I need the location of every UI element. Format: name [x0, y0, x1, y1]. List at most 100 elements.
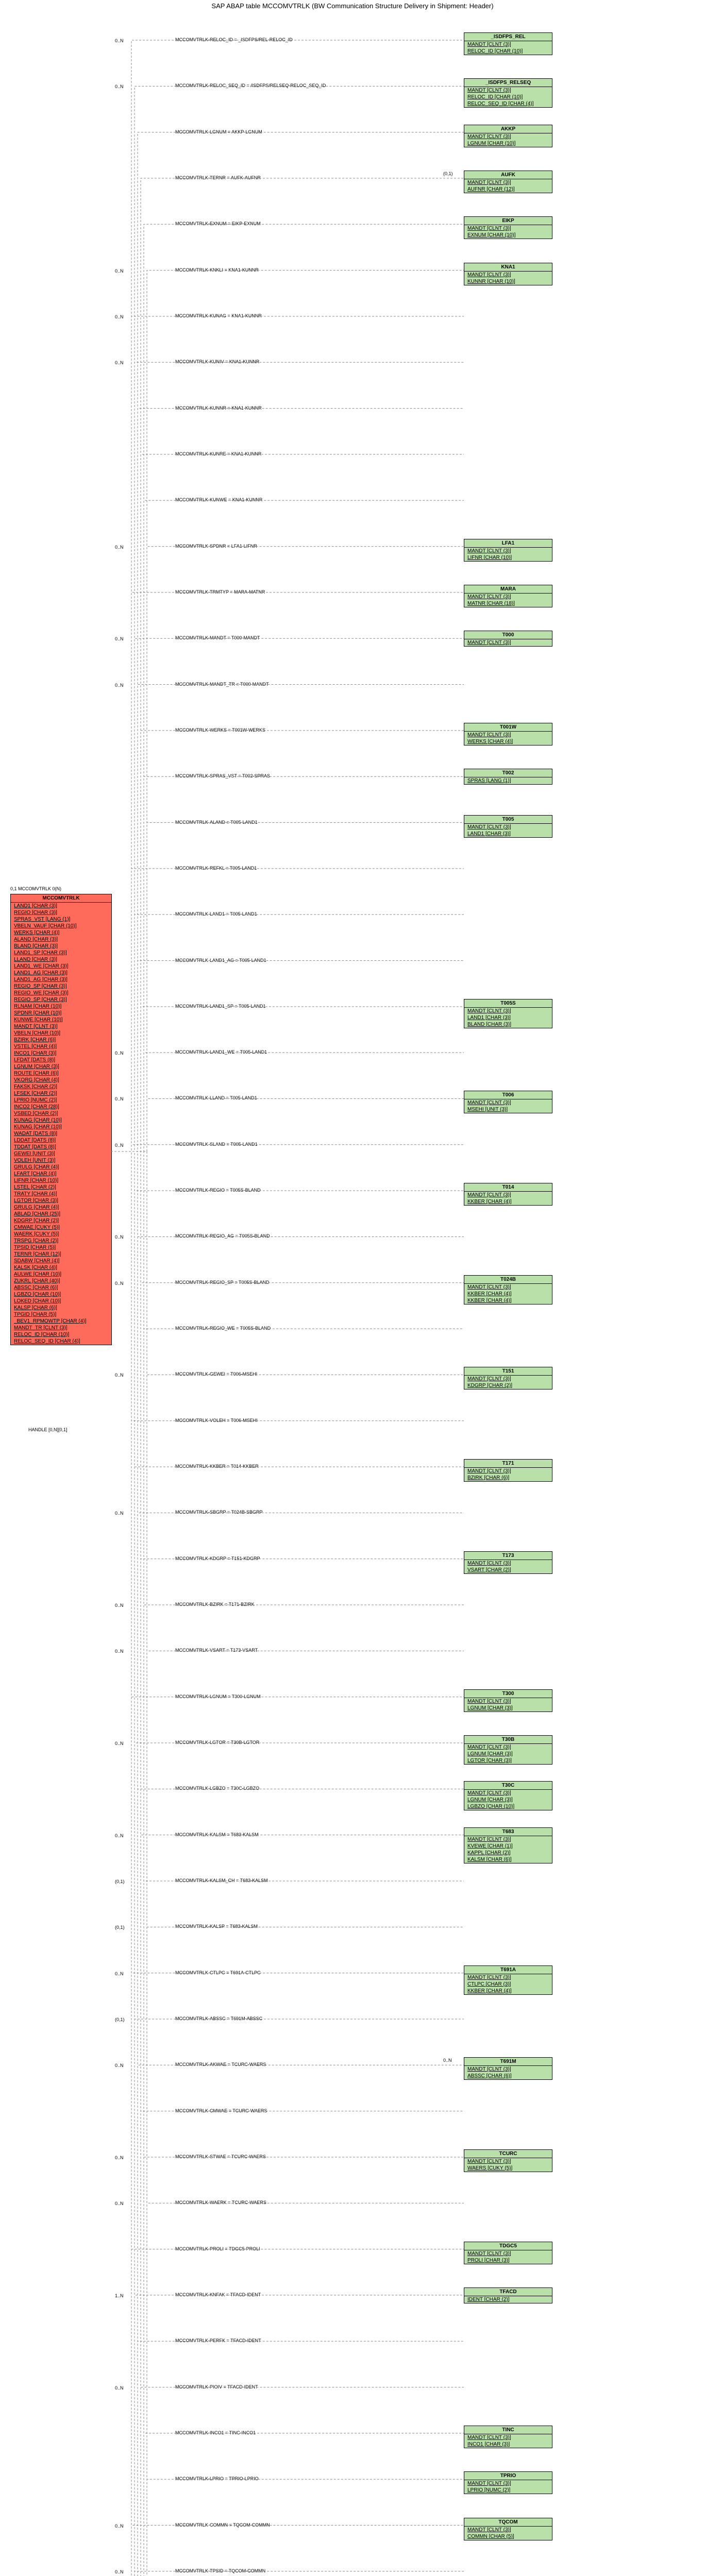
- target-attr: MANDT [CLNT (3)]: [464, 41, 552, 48]
- target-entity: T002SPRAS [LANG (1)]: [464, 769, 552, 785]
- target-attr: LGTOR [CHAR (3)]: [464, 1757, 552, 1764]
- relation-line: [111, 270, 464, 1151]
- main-attr: VSTEL [CHAR (4)]: [11, 1043, 111, 1050]
- relation-line: [111, 1151, 464, 2576]
- relation-label: MCCOMVTRLK-TRMTYP = MARA-MATNR: [175, 589, 265, 595]
- main-attr: RLNAM [CHAR (10)]: [11, 1003, 111, 1010]
- relation-line: [111, 316, 464, 1151]
- target-attr: KKBER [CHAR (4)]: [464, 1988, 552, 1994]
- main-attr: CMWAE [CUKY (5)]: [11, 1224, 111, 1231]
- main-attr: LOKED [CHAR (10)]: [11, 1298, 111, 1304]
- relation-line: [111, 1151, 464, 2576]
- relation-line: [111, 1151, 464, 2576]
- relation-label: MCCOMVTRLK-AKWAE = TCURC-WAERS: [175, 2062, 266, 2067]
- main-attr: ROUTE [CHAR (6)]: [11, 1070, 111, 1077]
- cardinality-left: 0..N: [115, 1050, 124, 1056]
- target-attr: MANDT [CLNT (3)]: [464, 1008, 552, 1014]
- target-attr: VSART [CHAR (2)]: [464, 1567, 552, 1573]
- target-entity: T300MANDT [CLNT (3)]LGNUM [CHAR (3)]: [464, 1689, 552, 1712]
- target-entity-name: T001W: [464, 723, 552, 732]
- target-attr: MANDT [CLNT (3)]: [464, 87, 552, 94]
- target-entity: T151MANDT [CLNT (3)]KDGRP [CHAR (2)]: [464, 1367, 552, 1389]
- relation-line: [111, 1151, 464, 1559]
- cardinality-left: 0..N: [115, 2523, 124, 2529]
- cardinality-left: 0..N: [115, 2155, 124, 2160]
- target-entity-name: T005S: [464, 999, 552, 1008]
- relation-label: MCCOMVTRLK-PROLI = TDGC5-PROLI: [175, 2246, 260, 2251]
- main-attr: WAERK [CUKY (5)]: [11, 1231, 111, 1238]
- relation-line: [111, 1151, 464, 1513]
- target-attr: MANDT [CLNT (3)]: [464, 2066, 552, 2073]
- target-attr: RELOC_ID [CHAR (10)]: [464, 48, 552, 55]
- target-attr: MANDT [CLNT (3)]: [464, 1744, 552, 1751]
- target-entity: T683MANDT [CLNT (3)]KVEWE [CHAR (1)]KAPP…: [464, 1827, 552, 1863]
- target-entity-name: MARA: [464, 585, 552, 594]
- cardinality-left: 0..N: [115, 1143, 124, 1148]
- relation-line: [111, 1151, 464, 1927]
- relation-label: MCCOMVTRLK-LAND1_AG = T005-LAND1: [175, 958, 266, 963]
- target-attr: KDGRP [CHAR (2)]: [464, 1382, 552, 1389]
- relation-line: [111, 1151, 464, 2576]
- relation-label: MCCOMVTRLK-LAND1_WE = T005-LAND1: [175, 1049, 267, 1055]
- relation-line: [111, 1151, 464, 2576]
- main-attr: TPSID [CHAR (5)]: [11, 1244, 111, 1251]
- target-entity: AKKPMANDT [CLNT (3)]LGNUM [CHAR (10)]: [464, 125, 552, 147]
- target-attr: MANDT [CLNT (3)]: [464, 133, 552, 140]
- relation-label: MCCOMVTRLK-PIOIV = TFACD-IDENT: [175, 2384, 258, 2389]
- relation-label: MCCOMVTRLK-REGIO_SP = T005S-BLAND: [175, 1280, 269, 1285]
- target-entity-name: TFACD: [464, 2288, 552, 2296]
- target-attr: MANDT [CLNT (3)]: [464, 2434, 552, 2441]
- relation-line: [111, 1151, 464, 2576]
- target-entity: T000MANDT [CLNT (3)]: [464, 631, 552, 647]
- relation-line: [111, 1151, 464, 2576]
- relation-line: [111, 1151, 464, 2576]
- main-attr: GRULG [CHAR (4)]: [11, 1204, 111, 1211]
- relation-label: MCCOMVTRLK-LAND1 = T005-LAND1: [175, 911, 257, 917]
- relation-line: [111, 823, 464, 1151]
- relation-label: MCCOMVTRLK-REFKL = T005-LAND1: [175, 866, 257, 871]
- target-attr: RELOC_SEQ_ID [CHAR (4)]: [464, 100, 552, 107]
- main-attr: ZUKRL [CHAR (40)]: [11, 1278, 111, 1284]
- target-attr: WAERS [CUKY (5)]: [464, 2165, 552, 2172]
- cardinality-left: 0..N: [115, 2569, 124, 2574]
- target-entity-name: KNA1: [464, 263, 552, 272]
- relation-line: [111, 1151, 464, 2576]
- relation-line: [111, 1151, 464, 2576]
- main-attr: LDDAT [DATS (8)]: [11, 1137, 111, 1144]
- relation-line: [111, 1151, 464, 1605]
- relation-line: [111, 409, 464, 1151]
- target-entity-name: T691A: [464, 1966, 552, 1974]
- main-entity: MCCOMVTRLK LAND1 [CHAR (3)]REGIO [CHAR (…: [10, 894, 112, 1345]
- target-entity-name: T006: [464, 1091, 552, 1099]
- cardinality-right: 0..N: [443, 2058, 452, 2063]
- relation-label: MCCOMVTRLK-KUNNR = KNA1-KUNNR: [175, 405, 262, 411]
- relation-line: [111, 1151, 464, 2019]
- main-attr: BLAND [CHAR (3)]: [11, 943, 111, 950]
- main-attr: VBELN_VAUF [CHAR (10)]: [11, 923, 111, 929]
- relation-line: [111, 1151, 464, 2576]
- target-attr: MANDT [CLNT (3)]: [464, 1192, 552, 1198]
- target-attr: SPRAS [LANG (1)]: [464, 777, 552, 784]
- relation-line: [111, 869, 464, 1151]
- target-attr: LGNUM [CHAR (3)]: [464, 1705, 552, 1711]
- target-entity: MARAMANDT [CLNT (3)]MATNR [CHAR (18)]: [464, 585, 552, 607]
- target-attr: PROLI [CHAR (3)]: [464, 2257, 552, 2264]
- main-attr: INCO1 [CHAR (3)]: [11, 1050, 111, 1057]
- relation-label: MCCOMVTRLK-WERKS = T001W-WERKS: [175, 727, 265, 733]
- target-entity: T014MANDT [CLNT (3)]KKBER [CHAR (4)]: [464, 1183, 552, 1206]
- target-attr: AUFNR [CHAR (12)]: [464, 186, 552, 193]
- main-attr: LFDAT [DATS (8)]: [11, 1057, 111, 1063]
- target-entity-name: T300: [464, 1690, 552, 1698]
- target-entity: T30CMANDT [CLNT (3)]LGNUM [CHAR (3)]LGBZ…: [464, 1781, 552, 1810]
- target-entity: T024BMANDT [CLNT (3)]KKBER [CHAR (4)]KKB…: [464, 1275, 552, 1304]
- target-entity-name: AUFK: [464, 171, 552, 179]
- target-entity-name: T005: [464, 816, 552, 824]
- target-attr: LIFNR [CHAR (10)]: [464, 554, 552, 561]
- target-entity-name: AKKP: [464, 125, 552, 133]
- main-attr: KUNAG [CHAR (10)]: [11, 1124, 111, 1130]
- target-entity-name: T30B: [464, 1736, 552, 1744]
- main-attr: VSBED [CHAR (2)]: [11, 1110, 111, 1117]
- relation-label: MCCOMVTRLK-BZIRK = T171-BZIRK: [175, 1602, 255, 1607]
- relation-line: [111, 1151, 464, 1697]
- relation-line: [111, 86, 464, 1151]
